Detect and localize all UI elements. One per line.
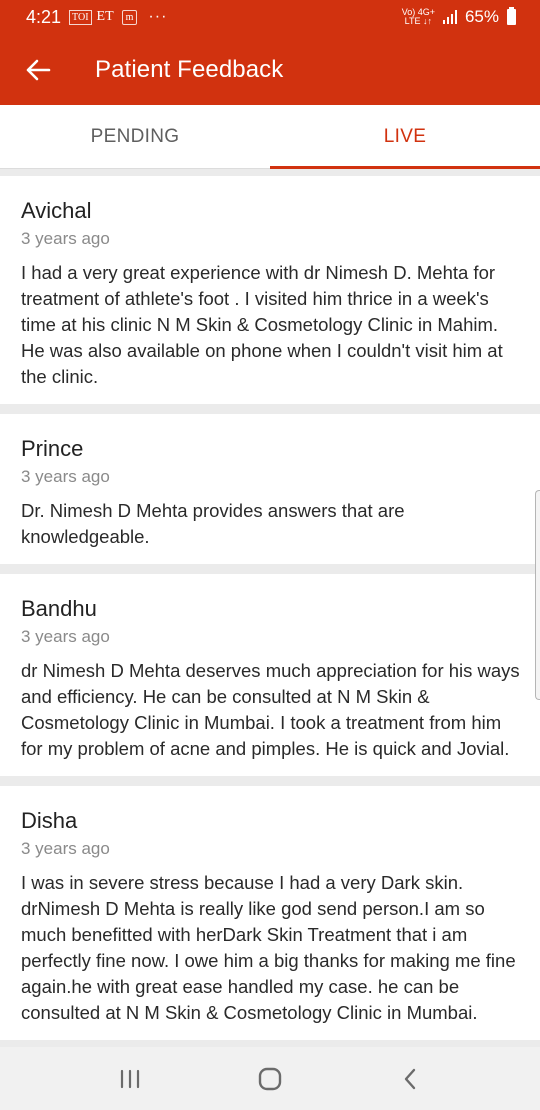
more-notifications-icon: ··· — [148, 8, 168, 25]
tab-bar: PENDING LIVE — [0, 105, 540, 169]
network-activity: LTE ↓↑ — [404, 16, 432, 26]
page-title: Patient Feedback — [95, 55, 284, 83]
review-text: dr Nimesh D Mehta deserves much apprecia… — [21, 660, 520, 759]
system-nav-bar — [0, 1047, 540, 1110]
status-time: 4:21 — [26, 6, 62, 27]
reviewer-name: Bandhu — [21, 596, 97, 621]
m-notification-icon: m — [121, 9, 138, 25]
network-indicator: Vo) 4G+ LTE ↓↑ — [402, 8, 435, 26]
review-time: 3 years ago — [21, 839, 110, 858]
reviewer-name: Avichal — [21, 198, 92, 223]
feedback-card: Avichal 3 years ago I had a very great e… — [0, 176, 540, 404]
feedback-card: Prince 3 years ago Dr. Nimesh D Mehta pr… — [0, 414, 540, 564]
arrow-back-icon — [26, 59, 51, 80]
header: 4:21 TOI ET m ··· Vo) 4G+ LTE ↓↑ 65% Pat… — [0, 0, 540, 105]
feedback-card: Bandhu 3 years ago dr Nimesh D Mehta des… — [0, 574, 540, 776]
feedback-list[interactable]: Avichal 3 years ago I had a very great e… — [0, 176, 540, 1047]
review-text: Dr. Nimesh D Mehta provides answers that… — [21, 500, 405, 547]
review-text: I was in severe stress because I had a v… — [21, 872, 516, 1023]
et-notification-icon: ET — [96, 8, 114, 24]
toi-notification-icon: TOI — [69, 9, 92, 25]
recent-apps-button[interactable] — [100, 1059, 160, 1099]
recent-apps-icon — [120, 1069, 140, 1088]
status-bar: 4:21 TOI ET m ··· Vo) 4G+ LTE ↓↑ 65% — [0, 0, 540, 34]
reviewer-name: Prince — [21, 436, 84, 461]
system-back-button[interactable] — [380, 1059, 440, 1099]
review-text: I had a very great experience with dr Ni… — [21, 262, 503, 387]
back-button[interactable] — [20, 52, 56, 88]
signal-icon — [442, 10, 457, 24]
status-right: Vo) 4G+ LTE ↓↑ 65% — [402, 7, 516, 27]
review-time: 3 years ago — [21, 627, 110, 646]
tab-pending[interactable]: PENDING — [0, 105, 270, 168]
review-time: 3 years ago — [21, 229, 110, 248]
feedback-card: Disha 3 years ago I was in severe stress… — [0, 786, 540, 1040]
tab-live[interactable]: LIVE — [270, 105, 540, 169]
home-button[interactable] — [240, 1059, 300, 1099]
battery-percent: 65% — [464, 7, 499, 26]
back-icon — [404, 1068, 416, 1089]
battery-icon — [507, 7, 516, 25]
review-time: 3 years ago — [21, 467, 110, 486]
scrollbar-thumb[interactable] — [535, 490, 540, 700]
reviewer-name: Disha — [21, 808, 78, 833]
app-bar: Patient Feedback — [0, 34, 540, 105]
home-icon — [258, 1067, 282, 1090]
